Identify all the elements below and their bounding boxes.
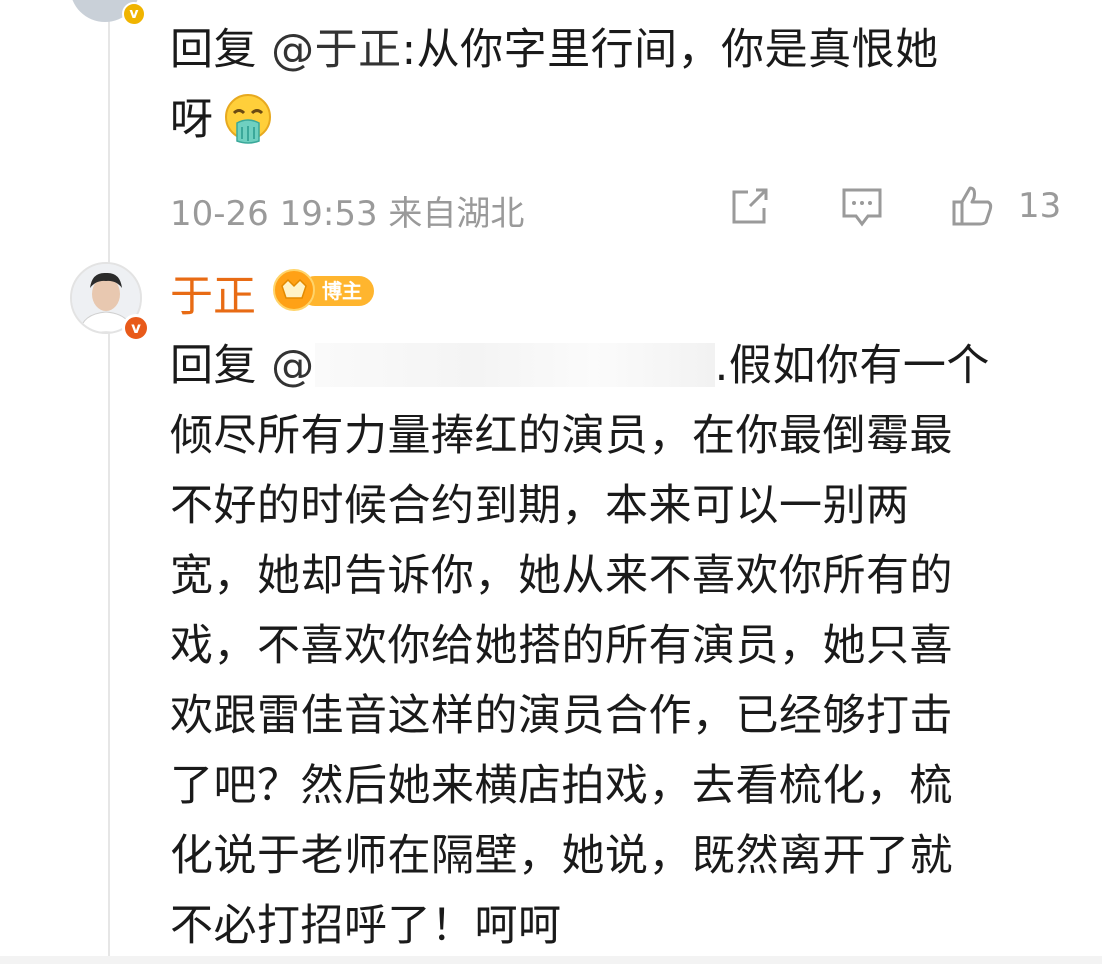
- comment-text-line: 化说于老师在隔壁，她说，既然离开了就: [170, 831, 953, 881]
- comment-text-line1: :从你字里行间，你是真恨她: [401, 25, 939, 75]
- redacted-username: [314, 342, 715, 387]
- share-icon[interactable]: [726, 182, 774, 230]
- thread-line: [108, 0, 110, 964]
- comment-meta: 10-26 19:53 来自湖北: [170, 186, 524, 235]
- comment-text-line1: .假如你有一个: [714, 341, 990, 391]
- comment-text-line: 倾尽所有力量捧红的演员，在你最倒霉最: [170, 411, 953, 461]
- comment-text-line: 欢跟雷佳音这样的演员合作，已经够打击: [170, 691, 953, 741]
- comment-text-line: 不必打招呼了！呵呵: [170, 901, 562, 951]
- reply-prefix: 回复: [170, 341, 257, 391]
- comment-text: 回复 @ .假如你有一个: [170, 334, 990, 398]
- like-count: 13: [1018, 186, 1062, 226]
- divider: [0, 956, 1102, 964]
- mention-link[interactable]: @于正: [271, 25, 402, 75]
- comment-text-line2: 呀: [170, 88, 276, 152]
- comment-text-segment: 呀: [170, 95, 214, 145]
- comment-icon[interactable]: [838, 182, 886, 230]
- comment-text-line: 宽，她却告诉你，她从来不喜欢你所有的: [170, 551, 953, 601]
- comment-meta-row: 10-26 19:53 来自湖北 13: [170, 178, 1070, 238]
- timestamp: 10-26 19:53: [170, 194, 378, 234]
- like-icon[interactable]: [948, 182, 996, 230]
- comment-text-line: 了吧？然后她来横店拍戏，去看梳化，梳: [170, 761, 953, 811]
- location: 来自湖北: [388, 194, 525, 234]
- comment-text-line: 戏，不喜欢你给她搭的所有演员，她只喜: [170, 621, 953, 671]
- verified-badge-icon: v: [122, 2, 146, 26]
- blogger-badge: 博主: [273, 269, 374, 311]
- comment-text-line: 不好的时候合约到期，本来可以一别两: [170, 481, 910, 531]
- comment-text: 回复 @于正:从你字里行间，你是真恨她: [170, 18, 939, 82]
- username[interactable]: 于正: [170, 262, 256, 324]
- blogger-badge-label: 博主: [322, 279, 362, 303]
- verified-badge-icon: v: [122, 314, 150, 342]
- vomit-emoji-icon: [224, 93, 271, 144]
- reply-prefix: 回复: [170, 25, 257, 75]
- mention-link[interactable]: @: [271, 341, 315, 391]
